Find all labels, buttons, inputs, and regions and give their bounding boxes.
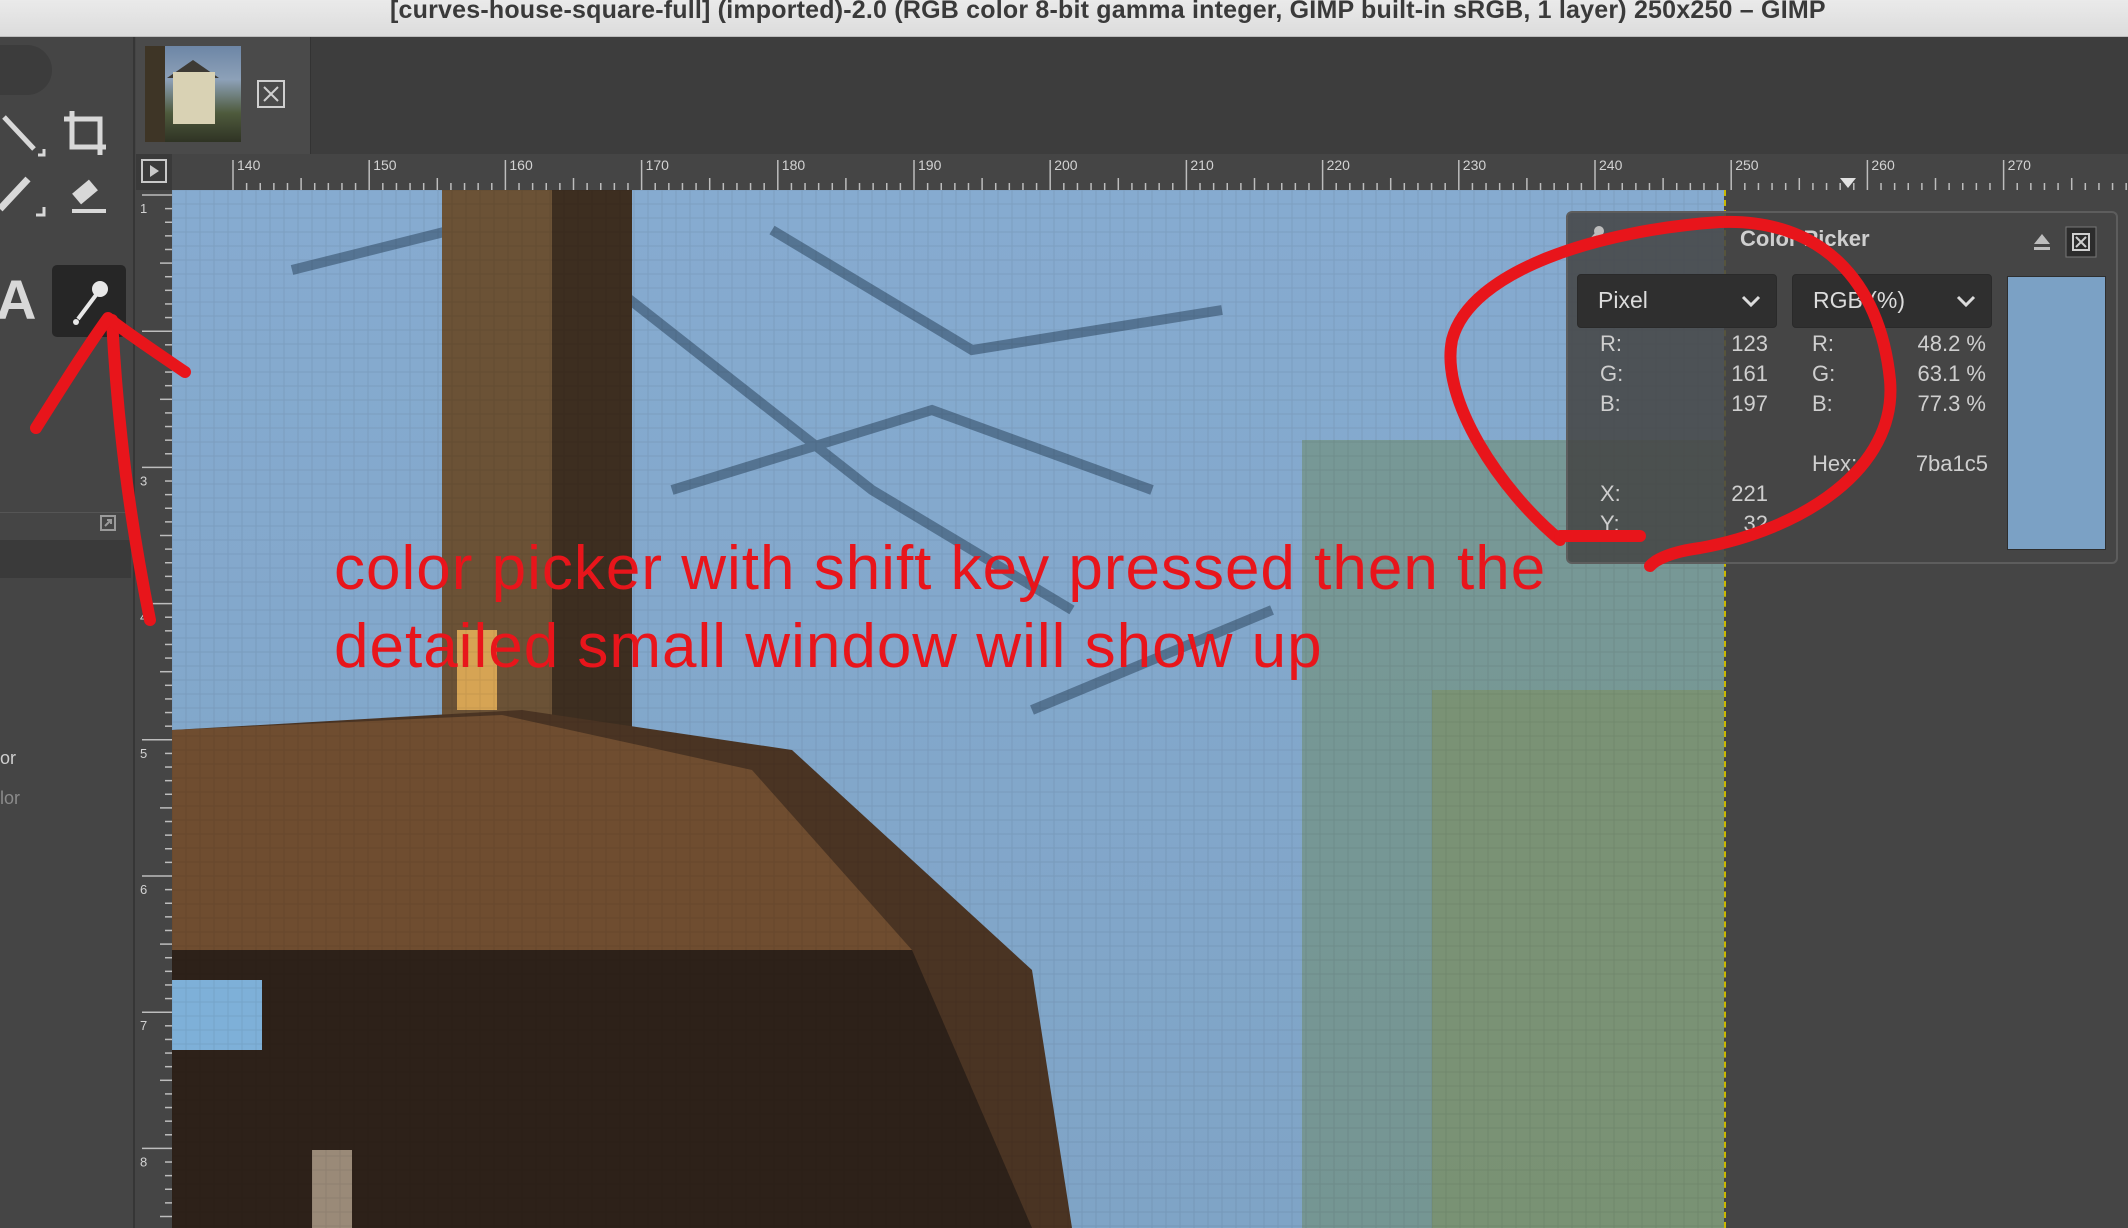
annotation-circle [1444,215,1897,572]
annotation-overlay [30,215,1897,626]
annotation-arrow-shaft [106,314,156,626]
